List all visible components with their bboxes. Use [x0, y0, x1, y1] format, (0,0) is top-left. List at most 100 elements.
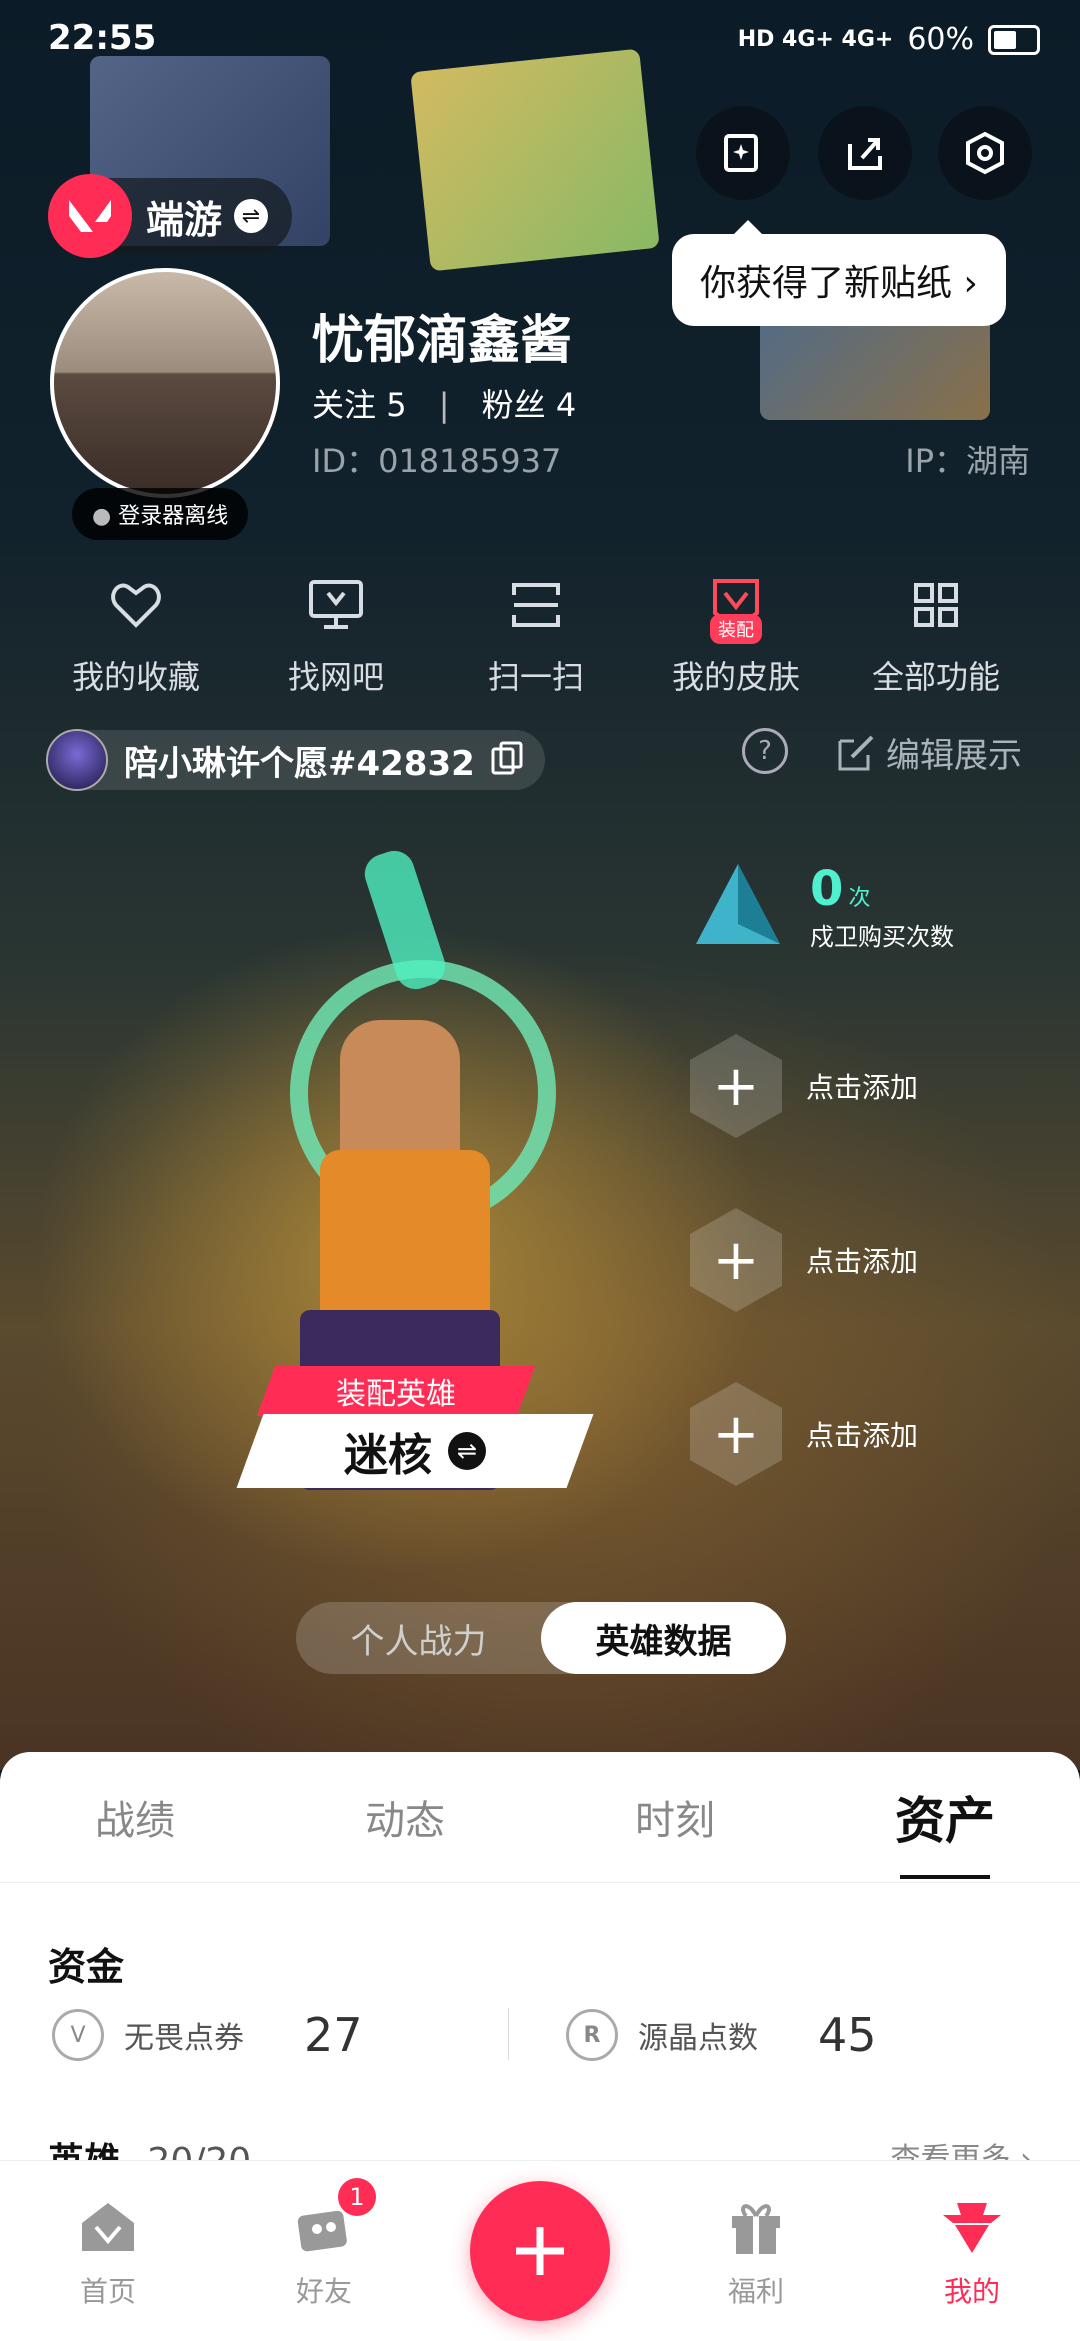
add-slot-1[interactable]: + 点击添加	[690, 1034, 918, 1138]
launcher-status-badge: ● 登录器离线	[72, 488, 249, 540]
equip-hero-tag: 装配英雄	[256, 1366, 536, 1416]
add-icon: +	[690, 1034, 782, 1138]
home-icon	[0, 2192, 216, 2262]
sticker-icon	[724, 134, 758, 172]
nav-welfare[interactable]: 福利	[648, 2192, 864, 2310]
game-account-name: 陪小琳许个愿#42832	[124, 743, 475, 784]
content-tabs: 战绩 动态 时刻 资产	[0, 1752, 1080, 1883]
tab-record[interactable]: 战绩	[0, 1788, 270, 1846]
add-icon: +	[690, 1382, 782, 1486]
edit-icon	[838, 735, 874, 770]
toggle-hero-data[interactable]: 英雄数据	[541, 1602, 786, 1674]
fans-label: 粉丝	[481, 386, 546, 424]
friends-icon	[216, 2192, 432, 2262]
vp-icon: V	[52, 2009, 104, 2061]
quick-action-all[interactable]: 全部功能	[836, 570, 1036, 698]
vp-value: 27	[304, 2008, 363, 2062]
heart-icon	[36, 570, 236, 640]
quick-action-favorites[interactable]: 我的收藏	[36, 570, 236, 698]
hero-name-banner[interactable]: 迷核 ⇌	[236, 1414, 594, 1488]
battery-percent: 60%	[907, 22, 974, 57]
new-sticker-tooltip[interactable]: 你获得了新贴纸 ›	[672, 220, 1006, 326]
nav-label: 福利	[727, 2275, 784, 2308]
nav-me[interactable]: 我的	[864, 2192, 1080, 2310]
skin-icon: 装配	[636, 570, 836, 644]
tab-assets[interactable]: 资产	[810, 1781, 1080, 1879]
follow-label: 关注	[312, 386, 377, 424]
status-time: 22:55	[48, 18, 157, 58]
plus-icon	[516, 2227, 564, 2275]
tab-moments[interactable]: 时刻	[540, 1788, 810, 1846]
profile-agent-icon	[864, 2192, 1080, 2262]
funds-divider	[508, 2008, 509, 2060]
fans-stat[interactable]: 粉丝 4	[482, 386, 577, 424]
quick-action-scan[interactable]: 扫一扫	[436, 570, 636, 698]
grid-icon	[836, 570, 1036, 640]
equip-hero-label: 装配英雄	[336, 1377, 456, 1412]
rp-row: R 源晶点数 45	[566, 2008, 877, 2062]
purchase-unit: 次	[848, 885, 871, 911]
tab-feed[interactable]: 动态	[270, 1788, 540, 1846]
switch-icon: ⇌	[234, 199, 269, 233]
nav-create[interactable]	[432, 2181, 648, 2321]
toggle-personal-power[interactable]: 个人战力	[296, 1602, 541, 1674]
battery-icon	[988, 24, 1040, 55]
vp-row: V 无畏点券 27	[52, 2008, 363, 2062]
quick-action-skins[interactable]: 装配 我的皮肤	[636, 570, 836, 698]
settings-button[interactable]	[938, 106, 1032, 200]
avatar[interactable]	[50, 268, 280, 498]
nav-friends[interactable]: 好友 1	[216, 2178, 432, 2310]
follow-stat[interactable]: 关注 5	[312, 386, 407, 424]
friends-badge: 1	[338, 2178, 376, 2216]
share-icon	[848, 138, 882, 170]
monitor-icon	[236, 570, 436, 640]
follow-count: 5	[386, 386, 407, 424]
nav-home[interactable]: 首页	[0, 2192, 216, 2310]
vp-label: 无畏点券	[124, 2021, 244, 2056]
quick-action-label: 全部功能	[871, 658, 1000, 696]
add-slot-label: 点击添加	[806, 1419, 919, 1452]
network-indicator: HD 4G+ 4G+	[737, 27, 894, 52]
add-slot-2[interactable]: + 点击添加	[690, 1208, 918, 1312]
add-icon: +	[690, 1208, 782, 1312]
nav-label: 首页	[79, 2275, 136, 2308]
funds-title: 资金	[48, 1945, 125, 1989]
rp-value: 45	[818, 2008, 877, 2062]
launcher-status-text: 登录器离线	[118, 504, 229, 529]
quick-actions: 我的收藏 找网吧 扫一扫 装配 我的皮肤 全部功能	[36, 570, 1036, 698]
follow-stats: 关注 5 | 粉丝 4	[312, 380, 576, 426]
rp-label: 源晶点数	[638, 2021, 758, 2056]
copy-icon[interactable]	[491, 741, 523, 779]
help-icon[interactable]: ?	[742, 728, 788, 774]
sticker-anniversary-image	[410, 48, 660, 272]
share-button[interactable]	[818, 106, 912, 200]
valorant-logo-icon	[48, 174, 132, 258]
status-dot-icon: ●	[92, 504, 112, 529]
nav-label: 我的	[943, 2275, 1000, 2308]
triangle-emblem-icon	[696, 864, 780, 944]
player-card-avatar	[46, 729, 108, 791]
purchase-label: 戍卫购买次数	[810, 922, 954, 951]
quick-action-label: 我的皮肤	[671, 658, 800, 696]
hero-name: 迷核	[344, 1430, 432, 1481]
purchase-count: 0	[810, 860, 844, 917]
stat-divider: |	[438, 386, 450, 424]
skin-badge: 装配	[710, 614, 762, 644]
edit-display-label: 编辑展示	[886, 736, 1022, 776]
user-id: ID：018185937	[312, 442, 562, 480]
view-toggle: 个人战力 英雄数据	[296, 1602, 786, 1674]
quick-action-label: 找网吧	[287, 658, 384, 696]
sticker-wall-button[interactable]	[696, 106, 790, 200]
status-indicators: HD 4G+ 4G+ 60%	[738, 22, 1040, 57]
create-button[interactable]	[470, 2181, 610, 2321]
settings-hex-icon	[966, 131, 1004, 175]
app-switch-pill[interactable]: 端游 ⇌	[48, 174, 293, 258]
add-slot-3[interactable]: + 点击添加	[690, 1382, 918, 1486]
scan-icon	[436, 570, 636, 640]
bottom-navigation: 首页 好友 1 福利 我的	[0, 2160, 1080, 2341]
edit-display-button[interactable]: 编辑展示	[836, 728, 1022, 777]
add-slot-label: 点击添加	[806, 1245, 919, 1278]
add-slot-label: 点击添加	[806, 1071, 919, 1104]
quick-action-netcafe[interactable]: 找网吧	[236, 570, 436, 698]
game-account-pill[interactable]: 陪小琳许个愿#42832	[46, 729, 545, 791]
